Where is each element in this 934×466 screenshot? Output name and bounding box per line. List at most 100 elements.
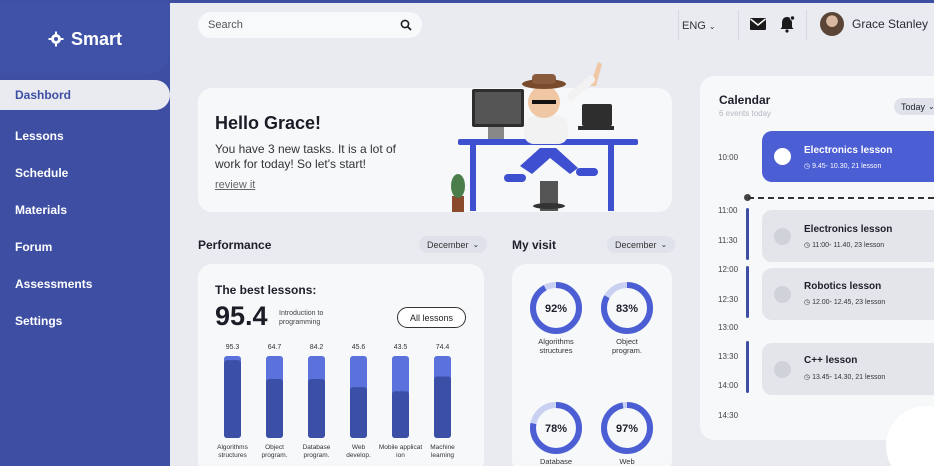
user-profile[interactable]: Grace Stanley [820,12,928,36]
time-label: 14:00 [718,381,739,390]
bar-value-label: 64.7 [268,344,282,351]
best-lesson-score: 95.4 [215,301,268,331]
lesson-time-text: 9.45- 10.30, 21 lesson [812,163,882,170]
sidebar-nav: Dashbord Lessons Schedule Materials Foru… [0,80,170,339]
brand-logo[interactable]: Smart [0,3,170,75]
time-label: 12:30 [718,295,739,304]
lesson-icon [774,228,791,245]
bar-value-label: 84.2 [310,344,324,351]
lesson-time: ◷ 9.45- 10.30, 21 lesson [804,163,882,170]
lesson-card[interactable]: Electronics lesson ◷ 9.45- 10.30, 21 les… [762,131,934,182]
time-label: 13:30 [718,352,739,361]
language-selector[interactable]: ENG ⌄ [682,14,716,38]
divider [806,10,807,40]
language-label: ENG [682,20,706,32]
lesson-time: ◷ 11:00- 11.40, 23 lesson [804,242,885,249]
time-label: 12:00 [718,265,739,274]
bell-icon[interactable] [778,15,796,33]
chevron-down-icon: ⌄ [472,240,480,249]
visit-month: December [615,239,657,250]
lesson-icon [774,148,791,165]
lessons-bar-chart: 95.3 Algorithmsstructures 64.7 Objectprogra… [217,344,455,459]
donut-label: Database [540,457,572,466]
visit-donut-charts: 92% Algorithmsstructures 83% Objectprogram.… [530,282,653,466]
donut-label: program. [612,346,642,355]
user-name: Grace Stanley [852,17,929,31]
search-input[interactable] [208,19,388,31]
review-link[interactable]: review it [215,179,255,191]
bar [392,391,409,438]
bar-category-label: Database [303,444,331,451]
performance-month-select[interactable]: December ⌄ [419,236,488,253]
lesson-title: C++ lesson [804,355,858,366]
bar-category-label: ion [396,452,405,459]
chevron-down-icon: ⌄ [928,102,934,111]
chevron-down-icon: ⌄ [660,240,668,249]
performance-month: December [427,239,469,250]
bar-category-label: develop. [346,452,371,459]
search-icon[interactable] [400,19,412,31]
lesson-title: Robotics lesson [804,281,882,292]
brand-name: Smart [70,28,123,49]
sidebar-item-forum[interactable]: Forum [0,228,170,265]
bar [308,378,325,438]
divider [738,10,739,40]
bar-value-label: 43.5 [394,344,408,351]
donut-percent: 78% [545,423,567,435]
calendar-title: Calendar [719,93,771,107]
bar-category-label: Object [265,444,284,451]
sidebar-item-schedule[interactable]: Schedule [0,154,170,191]
sidebar-item-lessons[interactable]: Lessons [0,117,170,154]
bar-category-label: program. [261,452,287,459]
all-lessons-button[interactable]: All lessons [397,307,466,328]
bar-category-label: learning [431,452,455,459]
lesson-time: ◷ 13.45- 14.30, 21 lesson [804,374,886,381]
welcome-message: You have 3 new tasks. It is a lot of wor… [215,142,396,171]
sidebar-item-settings[interactable]: Settings [0,302,170,339]
best-lessons-label: The best lessons: [215,283,317,297]
bar-category-label: Algorithms [217,444,248,451]
bar-category-label: structures [218,452,247,459]
lesson-card[interactable]: C++ lesson ◷ 13.45- 14.30, 21 lesson [762,343,934,395]
bar-value-label: 45.6 [352,344,366,351]
donut-label: Algorithms [538,337,574,346]
visit-title: My visit [512,238,557,252]
lesson-card[interactable]: Electronics lesson ◷ 11:00- 11.40, 23 le… [762,210,934,262]
lesson-card[interactable]: Robotics lesson ◷ 12.00- 12.45, 23 lesso… [762,268,934,320]
lesson-time: ◷ 12.00- 12.45, 23 lesson [804,299,886,306]
calendar-filter[interactable]: Today ⌄ [894,98,934,115]
donut-label: Object [616,337,639,346]
sidebar-item-materials[interactable]: Materials [0,191,170,228]
bar [266,378,283,438]
bar-value-label: 95.3 [226,344,240,351]
avatar [820,12,844,36]
donut-percent: 83% [616,303,638,315]
bar-category-label: Web [352,444,366,451]
donut-label: structures [540,346,573,355]
visit-month-select[interactable]: December ⌄ [607,236,676,253]
mail-icon[interactable] [749,15,767,33]
bar [434,376,451,438]
calendar-filter-label: Today [901,101,926,112]
bar-category-label: Machine [430,444,455,451]
chevron-down-icon: ⌄ [708,21,716,31]
time-label: 11:30 [718,236,738,245]
bar [224,360,241,438]
lesson-time-text: 13.45- 14.30, 21 lesson [812,374,886,381]
sidebar-item-assessments[interactable]: Assessments [0,265,170,302]
performance-title: Performance [198,238,272,252]
bar [350,387,367,438]
lesson-title: Electronics lesson [804,224,893,235]
performance-card: The best lessons: 95.4 Introduction to p… [198,264,484,466]
lesson-timebar [746,208,749,260]
search-bar [198,12,422,38]
lesson-icon [774,286,791,303]
time-label: 10:00 [718,153,739,162]
sidebar: Smart Dashbord Lessons Schedule Material… [0,0,170,466]
visit-card: 92% Algorithms structures 83% Object program.… [512,264,672,466]
time-label: 14:30 [718,411,739,420]
sidebar-item-dashboard[interactable]: Dashbord [0,80,170,110]
lesson-timebar [746,266,749,318]
events-count: 6 events today [719,109,772,118]
divider [678,10,679,40]
